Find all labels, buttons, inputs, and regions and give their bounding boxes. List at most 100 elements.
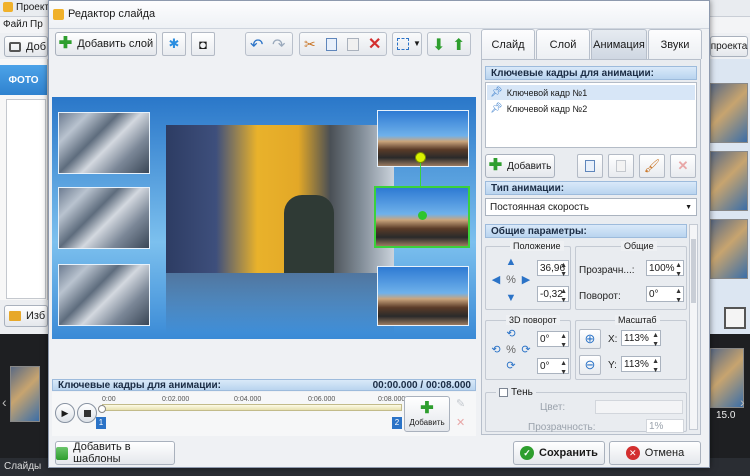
tab-sounds[interactable]: Звуки (648, 29, 702, 59)
timeline-track[interactable] (102, 404, 402, 411)
rotation-3d-b-field[interactable]: 0° ▲ ▼ (537, 358, 569, 377)
clear-keyframe-button[interactable]: 🖌︎ (639, 154, 665, 178)
background-project-button[interactable]: проекта (710, 36, 748, 57)
spinner-icon[interactable]: ▲ ▼ (560, 287, 567, 305)
animation-type-select[interactable]: Постоянная скорость ▼ (485, 198, 697, 216)
stop-icon (83, 409, 91, 417)
shadow-checkbox[interactable] (499, 388, 508, 397)
move-down-icon[interactable]: ⬇ (432, 35, 445, 55)
menu-file[interactable]: Файл (3, 19, 28, 30)
tilt-left-icon[interactable]: ⟲ (490, 344, 502, 356)
background-favorites-button[interactable]: Изб (4, 305, 48, 327)
collage-photo-city-1[interactable] (58, 112, 150, 174)
dialog-titlebar: Редактор слайда (49, 1, 709, 29)
paste-icon[interactable] (347, 38, 359, 51)
scale-x-field[interactable]: 113% ▲ ▼ (621, 330, 661, 349)
center-icon[interactable]: % (505, 274, 517, 286)
layer-order-group: ⬇ ⬆ (427, 32, 471, 56)
keyframe-item-2[interactable]: 📌︎ Ключевой кадр №2 (487, 101, 695, 116)
scale-y-field[interactable]: 113% ▲ ▼ (621, 356, 661, 375)
fullscreen-icon[interactable] (724, 307, 746, 329)
effects-button[interactable]: ✱ (162, 32, 186, 56)
shadow-color-picker[interactable] (595, 400, 683, 414)
transparency-field[interactable]: 100% ▲ ▼ (646, 260, 684, 279)
background-add-button[interactable]: Доб (4, 36, 48, 57)
strip-left-arrow-icon[interactable]: ‹ (2, 394, 7, 410)
copy-icon[interactable] (326, 38, 337, 51)
collage-photo-people-selected[interactable] (374, 152, 470, 248)
add-layer-button[interactable]: ✚ Добавить слой (55, 32, 157, 56)
slide-canvas[interactable] (52, 97, 476, 339)
tab-animation[interactable]: Анимация (591, 29, 647, 59)
tab-layer[interactable]: Слой (536, 29, 590, 59)
spinner-icon[interactable]: ▲ ▼ (652, 357, 659, 375)
collage-photo-city-2[interactable] (58, 187, 150, 249)
save-button[interactable]: ✓ Сохранить (513, 441, 605, 465)
rotation-handle[interactable] (415, 152, 426, 163)
keyframe-item-1[interactable]: 📌︎ Ключевой кадр №1 (487, 85, 695, 100)
plus-icon: ✚ (488, 157, 503, 174)
move-up-icon[interactable]: ⬆ (452, 35, 465, 55)
collage-photo-street[interactable] (166, 125, 394, 273)
tilt-right-icon[interactable]: ⟳ (520, 344, 532, 356)
strip-right-arrow-icon[interactable]: › (740, 394, 745, 410)
add-to-templates-button[interactable]: Добавить в шаблоны (55, 441, 175, 465)
collage-photo-city-3[interactable] (58, 264, 150, 326)
move-left-arrow-icon[interactable]: ◀ (490, 274, 502, 286)
keyframe-marker-1[interactable]: 1 (96, 417, 106, 429)
spinner-icon[interactable]: ▲ ▼ (560, 359, 567, 377)
position-x-field[interactable]: 36,96 ▲ ▼ (537, 260, 569, 279)
tab-slide[interactable]: Слайд (481, 29, 535, 59)
spinner-icon[interactable]: ▲ ▼ (560, 332, 567, 350)
spinner-icon[interactable]: ▲ ▼ (560, 261, 567, 279)
cancel-button[interactable]: ✕ Отмена (609, 441, 701, 465)
general-params-header: Общие параметры: (485, 224, 687, 238)
playhead[interactable] (98, 405, 106, 413)
background-left-panel: ФОТО (0, 59, 48, 329)
scroll-thumb[interactable] (691, 239, 696, 303)
shadow-transparency-field[interactable]: 1% (646, 419, 684, 433)
panel-scrollbar[interactable] (689, 224, 698, 430)
rotation-label: Поворот: (579, 291, 621, 302)
keyframe-marker-2[interactable]: 2 (392, 417, 402, 429)
shadow-toggle[interactable]: Тень (496, 387, 536, 398)
panel-add-button[interactable]: ✚ Добавить (485, 154, 555, 178)
move-down-arrow-icon[interactable]: ▼ (505, 292, 517, 304)
redo-icon[interactable]: ↷ (272, 35, 285, 55)
paste-keyframe-button[interactable] (608, 154, 634, 178)
cut-icon[interactable]: ✂ (304, 36, 316, 53)
stop-button[interactable] (77, 403, 97, 423)
copy-keyframe-button[interactable] (577, 154, 603, 178)
align-dropdown[interactable]: ▼ (392, 32, 422, 56)
rotation-field[interactable]: 0° ▲ ▼ (646, 286, 684, 305)
reset-3d-icon[interactable]: % (505, 344, 517, 356)
delete-icon[interactable]: ✕ (368, 34, 381, 54)
undo-icon[interactable]: ↶ (250, 35, 263, 55)
timeline-add-button[interactable]: ✚ Добавить (404, 396, 450, 432)
tilt-down-icon[interactable]: ⟳ (505, 360, 517, 372)
tilt-up-icon[interactable]: ⟲ (505, 328, 517, 340)
strip-thumbnail[interactable] (10, 366, 40, 422)
spinner-icon[interactable]: ▲ ▼ (675, 287, 682, 305)
move-right-arrow-icon[interactable]: ▶ (520, 274, 532, 286)
menu-second[interactable]: Пр (30, 19, 43, 30)
rotation-3d-a-field[interactable]: 0° ▲ ▼ (537, 331, 569, 350)
delete-keyframe-button[interactable]: ✕ (670, 154, 696, 178)
play-icon[interactable]: ▶ (55, 403, 75, 423)
remove-keyframe-icon[interactable]: ✕ (456, 416, 465, 429)
camera-icon: ◘ (199, 36, 207, 52)
anchor-handle[interactable] (418, 211, 427, 220)
edit-keyframe-icon[interactable]: ✎ (456, 397, 465, 410)
zoom-out-button[interactable]: ⊖ (579, 355, 601, 375)
paste-icon (616, 160, 626, 172)
spinner-icon[interactable]: ▲ ▼ (652, 331, 659, 349)
strip-thumbnail[interactable] (710, 348, 744, 408)
collage-photo-people-3[interactable] (377, 266, 469, 326)
background-photo-tab[interactable]: ФОТО (0, 65, 47, 95)
position-y-field[interactable]: -0,32 ▲ ▼ (537, 286, 569, 305)
move-up-arrow-icon[interactable]: ▲ (505, 256, 517, 268)
media-button[interactable]: ◘ (191, 32, 215, 56)
zoom-in-button[interactable]: ⊕ (579, 329, 601, 349)
spinner-icon[interactable]: ▲ ▼ (675, 261, 682, 279)
position-title: Положение (510, 241, 564, 251)
